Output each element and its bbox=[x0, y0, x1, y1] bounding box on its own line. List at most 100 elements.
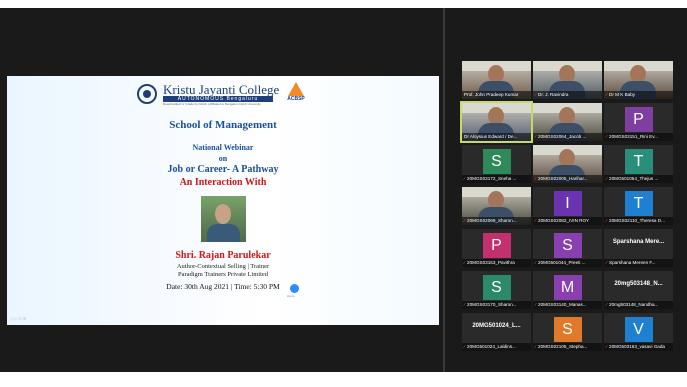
event-on: on bbox=[218, 154, 228, 163]
participant-name-label: Prof. John Pradeep Kumar bbox=[462, 91, 531, 99]
participant-name-label: ⁄ 20MG501054_Thejus ... bbox=[604, 175, 673, 183]
participant-tile[interactable]: M ⁄ 20MGS03140_Manas... bbox=[533, 271, 602, 309]
bottom-bar bbox=[0, 372, 687, 387]
participant-name: 20MGS02082_IVIN ROY bbox=[538, 218, 590, 223]
participant-name-label: ⁄ 20MGS02064_Jacob ... bbox=[533, 133, 602, 141]
participant-name: 20MGS02105_Stepha... bbox=[538, 344, 588, 349]
participant-tile[interactable]: ⁄ 20MGS02005_Harihar... bbox=[533, 145, 602, 183]
participant-avatar: P bbox=[624, 107, 653, 132]
participant-tile[interactable]: ⁄ 20MGS02069_Sharon... bbox=[462, 187, 531, 225]
participant-name-label: Dr Aloysius Edward / De... bbox=[462, 133, 531, 141]
mic-muted-icon: ⁄ bbox=[606, 92, 609, 97]
mic-muted-icon: ⁄ bbox=[464, 218, 467, 223]
participant-tile[interactable]: ⁄ Dr. J. Ravindra bbox=[533, 61, 602, 99]
participant-name: 20MGS03172_Sneha ... bbox=[467, 176, 517, 181]
participant-name-label: ⁄ 20MGS03153_Pavithra bbox=[462, 259, 531, 267]
participant-tile[interactable]: 20MG501024_L... ⁄ 20MG501024_Laldins... bbox=[462, 313, 531, 351]
slide-controls[interactable]: ◁ ▷ ⊡ ⊞ bbox=[10, 316, 26, 321]
speaker-face bbox=[215, 204, 231, 224]
participant-name-label: ⁄ 20MGS03170_Sharon... bbox=[462, 301, 531, 309]
participant-name: 20MGS03170_Sharon... bbox=[467, 302, 517, 307]
participant-name: 20MGS03151_Rini Ev... bbox=[609, 134, 658, 139]
mic-muted-icon: ⁄ bbox=[606, 218, 609, 223]
participant-name-label: ⁄ Dr M K Baby bbox=[604, 91, 673, 99]
speaker-role: Author-Contextual Selling | Trainer bbox=[176, 263, 270, 270]
participant-tile[interactable]: S ⁄ 20MGS03172_Sneha ... bbox=[462, 145, 531, 183]
mic-muted-icon: ⁄ bbox=[535, 176, 538, 181]
mic-muted-icon: ⁄ bbox=[464, 176, 467, 181]
school-title: School of Management bbox=[169, 119, 277, 131]
participant-name-label: ⁄ 20MGS02105_Stepha... bbox=[533, 343, 602, 351]
participant-name-label: ⁄ Dr. J. Ravindra bbox=[533, 91, 602, 99]
acbsp-label: ACBSP bbox=[287, 96, 305, 102]
participant-tile[interactable]: P ⁄ 20MGS03153_Pavithra bbox=[462, 229, 531, 267]
participant-name: 20MG501054_Thejus ... bbox=[609, 176, 659, 181]
participant-tile[interactable]: V ⁄ 20MG503163_vasavi Gada bbox=[604, 313, 673, 351]
participant-name: 20MG501044_Preeti ... bbox=[538, 260, 586, 265]
participant-avatar: T bbox=[624, 149, 653, 174]
participant-name: 20MGS02110_Theresa D... bbox=[609, 218, 665, 223]
participant-tile[interactable]: S ⁄ 20MGS03170_Sharon... bbox=[462, 271, 531, 309]
participant-tile[interactable]: ⁄ Dr M K Baby bbox=[604, 61, 673, 99]
mic-muted-icon: ⁄ bbox=[606, 302, 609, 307]
meeting-window: Kristu Jayanti College AUTONOMOUS Bengal… bbox=[0, 0, 687, 387]
zoom-logo-icon bbox=[290, 284, 299, 293]
mic-muted-icon: ⁄ bbox=[464, 260, 467, 265]
participant-name: Dr. J. Ravindra bbox=[538, 92, 569, 97]
mic-muted-icon: ⁄ bbox=[464, 302, 467, 307]
participant-name: 20MGS03153_Pavithra bbox=[467, 260, 515, 265]
college-emblem-icon bbox=[137, 84, 157, 104]
shared-screen: Kristu Jayanti College AUTONOMOUS Bengal… bbox=[7, 76, 439, 325]
mic-muted-icon: ⁄ bbox=[606, 344, 609, 349]
participant-name-label: ⁄ 20MGS03172_Sneha ... bbox=[462, 175, 531, 183]
participant-name-label: ⁄ 20MGS03151_Rini Ev... bbox=[604, 133, 673, 141]
participant-avatar: S bbox=[482, 149, 511, 174]
speaker-company: Paradigm Trainers Private Limited bbox=[177, 271, 269, 278]
participant-name-label: ⁄ 20MGS02110_Theresa D... bbox=[604, 217, 673, 225]
participant-tile[interactable]: S ⁄ 20MG501044_Preeti ... bbox=[533, 229, 602, 267]
acbsp-badge: ACBSP bbox=[285, 82, 307, 108]
participant-tile[interactable]: I ⁄ 20MGS02082_IVIN ROY bbox=[533, 187, 602, 225]
speaker-body bbox=[207, 224, 240, 242]
participant-tile[interactable]: ⁄ 20MGS02064_Jacob ... bbox=[533, 103, 602, 141]
participant-avatar: P bbox=[482, 233, 511, 258]
college-tagline: Reaccredited 'A' Grade by NAAC | Affilia… bbox=[163, 102, 261, 106]
participant-tile[interactable]: Dr Aloysius Edward / De... bbox=[460, 101, 533, 143]
participant-name: 20MGS02069_Sharon... bbox=[467, 218, 517, 223]
participant-avatar: T bbox=[624, 191, 653, 216]
participant-name: 20MG501024_Laldins... bbox=[467, 344, 516, 349]
participant-name-label: ⁄ 20MGS02082_IVIN ROY bbox=[533, 217, 602, 225]
acbsp-logo-icon bbox=[288, 82, 304, 96]
mic-muted-icon: ⁄ bbox=[535, 260, 538, 265]
mic-muted-icon: ⁄ bbox=[535, 134, 538, 139]
participant-avatar: S bbox=[553, 317, 582, 342]
participant-name-label: ⁄ 20MGS03140_Manas... bbox=[533, 301, 602, 309]
participant-tile[interactable]: T ⁄ 20MGS02110_Theresa D... bbox=[604, 187, 673, 225]
panel-divider[interactable] bbox=[443, 8, 445, 372]
participant-avatar: I bbox=[553, 191, 582, 216]
mic-muted-icon: ⁄ bbox=[606, 134, 609, 139]
participant-tile[interactable]: 20mg503148_N... ⁄ 20mg503148_Nandha... bbox=[604, 271, 673, 309]
participant-tile[interactable]: S ⁄ 20MGS02105_Stepha... bbox=[533, 313, 602, 351]
participant-name-label: ⁄ 20MG503163_vasavi Gada bbox=[604, 343, 673, 351]
participant-name-label: ⁄ Sparshana Mereen F... bbox=[604, 259, 673, 267]
college-logo: Kristu Jayanti College AUTONOMOUS Bengal… bbox=[137, 82, 307, 108]
topic-title: Job or Career- A Pathway bbox=[167, 164, 279, 175]
participant-tile[interactable]: P ⁄ 20MGS03151_Rini Ev... bbox=[604, 103, 673, 141]
participant-name: Prof. John Pradeep Kumar bbox=[464, 92, 519, 97]
participant-name: 20MGS03140_Manas... bbox=[538, 302, 587, 307]
top-bar bbox=[0, 0, 687, 8]
mic-muted-icon: ⁄ bbox=[606, 176, 609, 181]
participant-tile[interactable]: Sparshana Mere... ⁄ Sparshana Mereen F... bbox=[604, 229, 673, 267]
mic-muted-icon: ⁄ bbox=[535, 92, 538, 97]
participant-name-label: ⁄ 20MGS02005_Harihar... bbox=[533, 175, 602, 183]
participant-display-name: Sparshana Mere... bbox=[612, 239, 665, 245]
participant-tile[interactable]: Prof. John Pradeep Kumar bbox=[462, 61, 531, 99]
participant-tile[interactable]: T ⁄ 20MG501054_Thejus ... bbox=[604, 145, 673, 183]
participant-name: 20MGS02064_Jacob ... bbox=[538, 134, 587, 139]
participant-name: 20MG503163_vasavi Gada bbox=[609, 344, 665, 349]
participant-name: 20mg503148_Nandha... bbox=[609, 302, 659, 307]
participant-display-name: 20MG501024_L... bbox=[472, 323, 521, 329]
speaker-photo bbox=[201, 196, 246, 242]
mic-muted-icon: ⁄ bbox=[464, 344, 467, 349]
